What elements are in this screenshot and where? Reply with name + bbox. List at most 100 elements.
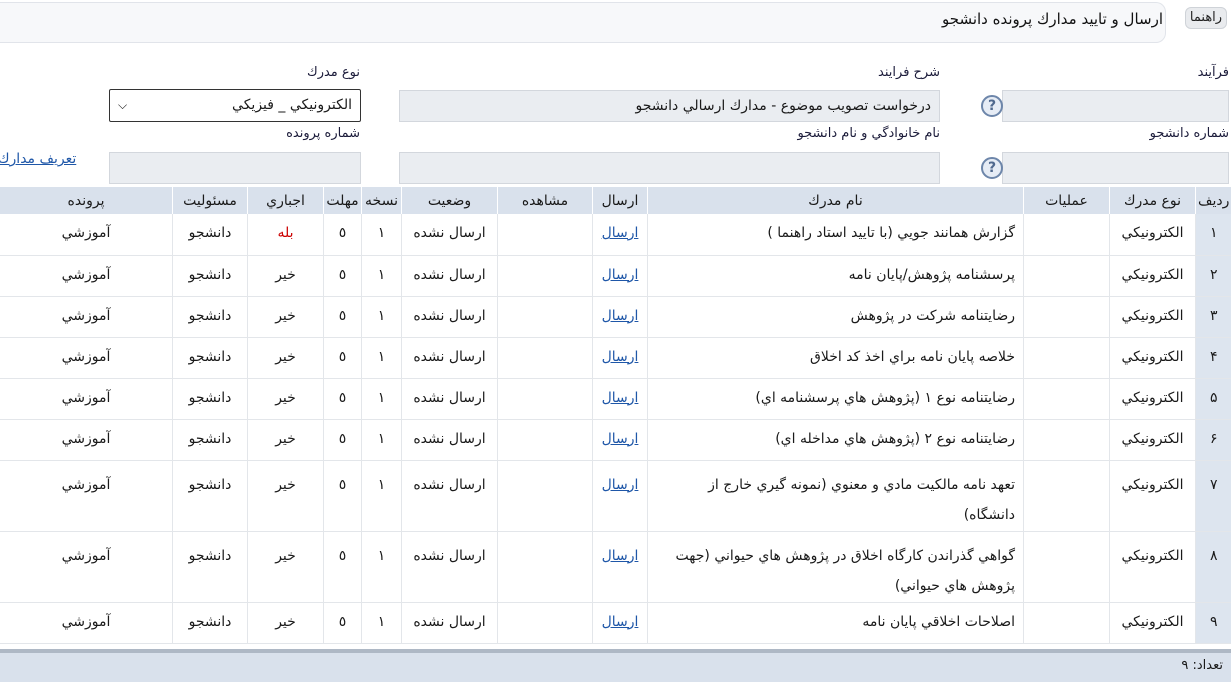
operations-cell bbox=[1023, 337, 1110, 379]
send-link[interactable]: ارسال bbox=[602, 225, 639, 241]
deadline-cell: ٥ bbox=[323, 602, 362, 644]
send-cell: ارسال bbox=[592, 255, 648, 297]
student-name-label: نام خانوادگي و نام دانشجو bbox=[797, 126, 940, 141]
file-cell: آموزشي bbox=[0, 296, 173, 338]
doc-name-cell: رضايتنامه نوع ١ (پژوهش هاي پرسشنامه اي) bbox=[647, 378, 1024, 420]
send-link[interactable]: ارسال bbox=[602, 614, 639, 630]
copy-cell: ١ bbox=[361, 214, 402, 256]
col-responsibility[interactable]: مسئوليت bbox=[172, 187, 248, 214]
process-desc-field: درخواست تصويب موضوع - مدارك ارسالي دانشج… bbox=[399, 90, 940, 122]
file-cell: آموزشي bbox=[0, 378, 173, 420]
send-cell: ارسال bbox=[592, 419, 648, 461]
send-link[interactable]: ارسال bbox=[602, 349, 639, 365]
deadline-cell: ٥ bbox=[323, 460, 362, 532]
col-view[interactable]: مشاهده bbox=[497, 187, 593, 214]
mandatory-cell: خير bbox=[247, 602, 324, 644]
copy-cell: ١ bbox=[361, 419, 402, 461]
deadline-cell: ٥ bbox=[323, 337, 362, 379]
copy-cell: ١ bbox=[361, 296, 402, 338]
send-cell: ارسال bbox=[592, 378, 648, 420]
copy-cell: ١ bbox=[361, 531, 402, 603]
responsibility-cell: دانشجو bbox=[172, 296, 248, 338]
send-cell: ارسال bbox=[592, 531, 648, 603]
help-button[interactable]: راهنما bbox=[1185, 7, 1227, 29]
copy-cell: ١ bbox=[361, 255, 402, 297]
send-link[interactable]: ارسال bbox=[602, 308, 639, 324]
mandatory-cell: بله bbox=[247, 214, 324, 256]
view-cell bbox=[497, 460, 593, 532]
operations-cell bbox=[1023, 419, 1110, 461]
mandatory-cell: خير bbox=[247, 531, 324, 603]
status-cell: ارسال نشده bbox=[401, 255, 498, 297]
table-row[interactable]: ١ الكترونيكي گزارش همانند جويي (با تاييد… bbox=[0, 214, 1231, 256]
question-icon[interactable]: ? bbox=[981, 95, 1003, 117]
file-cell: آموزشي bbox=[0, 337, 173, 379]
send-link[interactable]: ارسال bbox=[602, 390, 639, 406]
send-link[interactable]: ارسال bbox=[602, 477, 639, 493]
send-cell: ارسال bbox=[592, 337, 648, 379]
doc-type-cell: الكترونيكي bbox=[1109, 255, 1196, 297]
doc-type-cell: الكترونيكي bbox=[1109, 419, 1196, 461]
doc-type-select[interactable]: الكترونيكي _ فيزيكي ⌵ bbox=[109, 89, 361, 122]
table-row[interactable]: ٣ الكترونيكي رضايتنامه شركت در پژوهش ارس… bbox=[0, 296, 1231, 338]
col-mandatory[interactable]: اجباري bbox=[247, 187, 324, 214]
table-row[interactable]: ٧ الكترونيكي تعهد نامه مالكيت مادي و معن… bbox=[0, 460, 1231, 532]
file-cell: آموزشي bbox=[0, 531, 173, 603]
file-cell: آموزشي bbox=[0, 214, 173, 256]
define-docs-link[interactable]: تعريف مدارك bbox=[0, 151, 76, 167]
deadline-cell: ٥ bbox=[323, 214, 362, 256]
send-link[interactable]: ارسال bbox=[602, 431, 639, 447]
send-link[interactable]: ارسال bbox=[602, 267, 639, 283]
view-cell bbox=[497, 337, 593, 379]
deadline-cell: ٥ bbox=[323, 531, 362, 603]
col-copy[interactable]: نسخه bbox=[361, 187, 402, 214]
doc-type-cell: الكترونيكي bbox=[1109, 214, 1196, 256]
file-cell: آموزشي bbox=[0, 255, 173, 297]
file-no-field bbox=[109, 152, 361, 184]
row-count: تعداد: ٩ bbox=[1181, 658, 1223, 673]
col-send[interactable]: ارسال bbox=[592, 187, 648, 214]
send-cell: ارسال bbox=[592, 296, 648, 338]
responsibility-cell: دانشجو bbox=[172, 531, 248, 603]
send-link[interactable]: ارسال bbox=[602, 548, 639, 564]
file-cell: آموزشي bbox=[0, 602, 173, 644]
copy-cell: ١ bbox=[361, 460, 402, 532]
col-file[interactable]: پرونده bbox=[0, 187, 173, 214]
copy-cell: ١ bbox=[361, 602, 402, 644]
table-row[interactable]: ۴ الكترونيكي خلاصه پايان نامه براي اخذ ك… bbox=[0, 337, 1231, 379]
col-doc-name[interactable]: نام مدرك bbox=[647, 187, 1024, 214]
status-cell: ارسال نشده bbox=[401, 531, 498, 603]
row-number: ٨ bbox=[1195, 531, 1231, 603]
col-deadline[interactable]: مهلت bbox=[323, 187, 362, 214]
col-doc-type[interactable]: نوع مدرك bbox=[1109, 187, 1196, 214]
col-status[interactable]: وضعيت bbox=[401, 187, 498, 214]
responsibility-cell: دانشجو bbox=[172, 214, 248, 256]
question-icon[interactable]: ? bbox=[981, 157, 1003, 179]
operations-cell bbox=[1023, 296, 1110, 338]
student-no-input[interactable] bbox=[1002, 152, 1229, 184]
table-row[interactable]: ٨ الكترونيكي گواهي گذراندن كارگاه اخلاق … bbox=[0, 531, 1231, 603]
table-row[interactable]: ۵ الكترونيكي رضايتنامه نوع ١ (پژوهش هاي … bbox=[0, 378, 1231, 420]
doc-type-cell: الكترونيكي bbox=[1109, 531, 1196, 603]
operations-cell bbox=[1023, 378, 1110, 420]
col-operations[interactable]: عمليات bbox=[1023, 187, 1110, 214]
row-number: ١ bbox=[1195, 214, 1231, 256]
doc-name-cell: گزارش همانند جويي (با تاييد استاد راهنما… bbox=[647, 214, 1024, 256]
table-row[interactable]: ٢ الكترونيكي پرسشنامه پژوهش/پايان نامه ا… bbox=[0, 255, 1231, 297]
view-cell bbox=[497, 214, 593, 256]
doc-type-cell: الكترونيكي bbox=[1109, 337, 1196, 379]
doc-name-cell: رضايتنامه شركت در پژوهش bbox=[647, 296, 1024, 338]
table-row[interactable]: ۶ الكترونيكي رضايتنامه نوع ٢ (پژوهش هاي … bbox=[0, 419, 1231, 461]
table-row[interactable]: ٩ الكترونيكي اصلاحات اخلاقي پايان نامه ا… bbox=[0, 602, 1231, 644]
col-row-no[interactable]: رديف bbox=[1195, 187, 1231, 214]
row-number: ٩ bbox=[1195, 602, 1231, 644]
deadline-cell: ٥ bbox=[323, 419, 362, 461]
mandatory-cell: خير bbox=[247, 255, 324, 297]
copy-cell: ١ bbox=[361, 337, 402, 379]
responsibility-cell: دانشجو bbox=[172, 378, 248, 420]
operations-cell bbox=[1023, 255, 1110, 297]
status-cell: ارسال نشده bbox=[401, 460, 498, 532]
process-input[interactable] bbox=[1002, 90, 1229, 122]
student-name-field bbox=[399, 152, 940, 184]
file-no-label: شماره پرونده bbox=[286, 126, 360, 141]
